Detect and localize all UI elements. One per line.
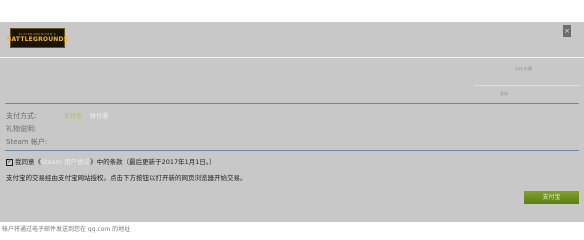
payment-notice: 支付宝的交易经由支付宝网站授权。点击下方按钮以打开新的网页浏览器开始交易。	[6, 174, 247, 182]
agreement-checkbox[interactable]: ✓	[6, 158, 13, 166]
payment-option-tenpay[interactable]: 财付通	[90, 111, 108, 120]
alipay-button[interactable]: 支付宝	[524, 191, 579, 204]
section-divider-2	[5, 150, 579, 151]
payment-method-row: 支付方式:	[6, 111, 36, 121]
dialog-overlay	[0, 22, 584, 222]
header-divider	[0, 57, 584, 58]
summary-divider	[474, 85, 580, 86]
section-divider	[5, 103, 579, 104]
total-label: 总计	[500, 91, 508, 96]
payment-method-label: 支付方式:	[6, 112, 37, 120]
steam-account-row: Steam 帐户:	[6, 137, 47, 147]
subtotal-label: 小计 价格	[514, 66, 532, 71]
logo-main-text: BATTLEGROUNDS	[6, 35, 69, 43]
agreement-suffix: 》中的条款（最后更新于2017年1月1日。）	[90, 158, 216, 166]
price-summary: 小计 价格	[474, 66, 580, 86]
footer-note: 帐户将通过电子邮件发送到您在 qq.com 的地址	[2, 226, 131, 233]
ssa-link[interactable]: Steam 用户协议	[41, 158, 90, 166]
gift-note-row: 礼物说明:	[6, 124, 36, 134]
game-logo: PLAYERUNKNOWN'S BATTLEGROUNDS	[6, 28, 69, 48]
steam-account-label: Steam 帐户:	[6, 138, 48, 146]
payment-option-alipay[interactable]: 支付宝	[64, 111, 82, 120]
agreement-prefix: 我同意《	[15, 158, 41, 166]
gift-note-label: 礼物说明:	[6, 125, 37, 133]
agreement-row: ✓ 我同意《Steam 用户协议》中的条款（最后更新于2017年1月1日。）	[6, 156, 216, 166]
close-button[interactable]: ×	[563, 25, 571, 37]
